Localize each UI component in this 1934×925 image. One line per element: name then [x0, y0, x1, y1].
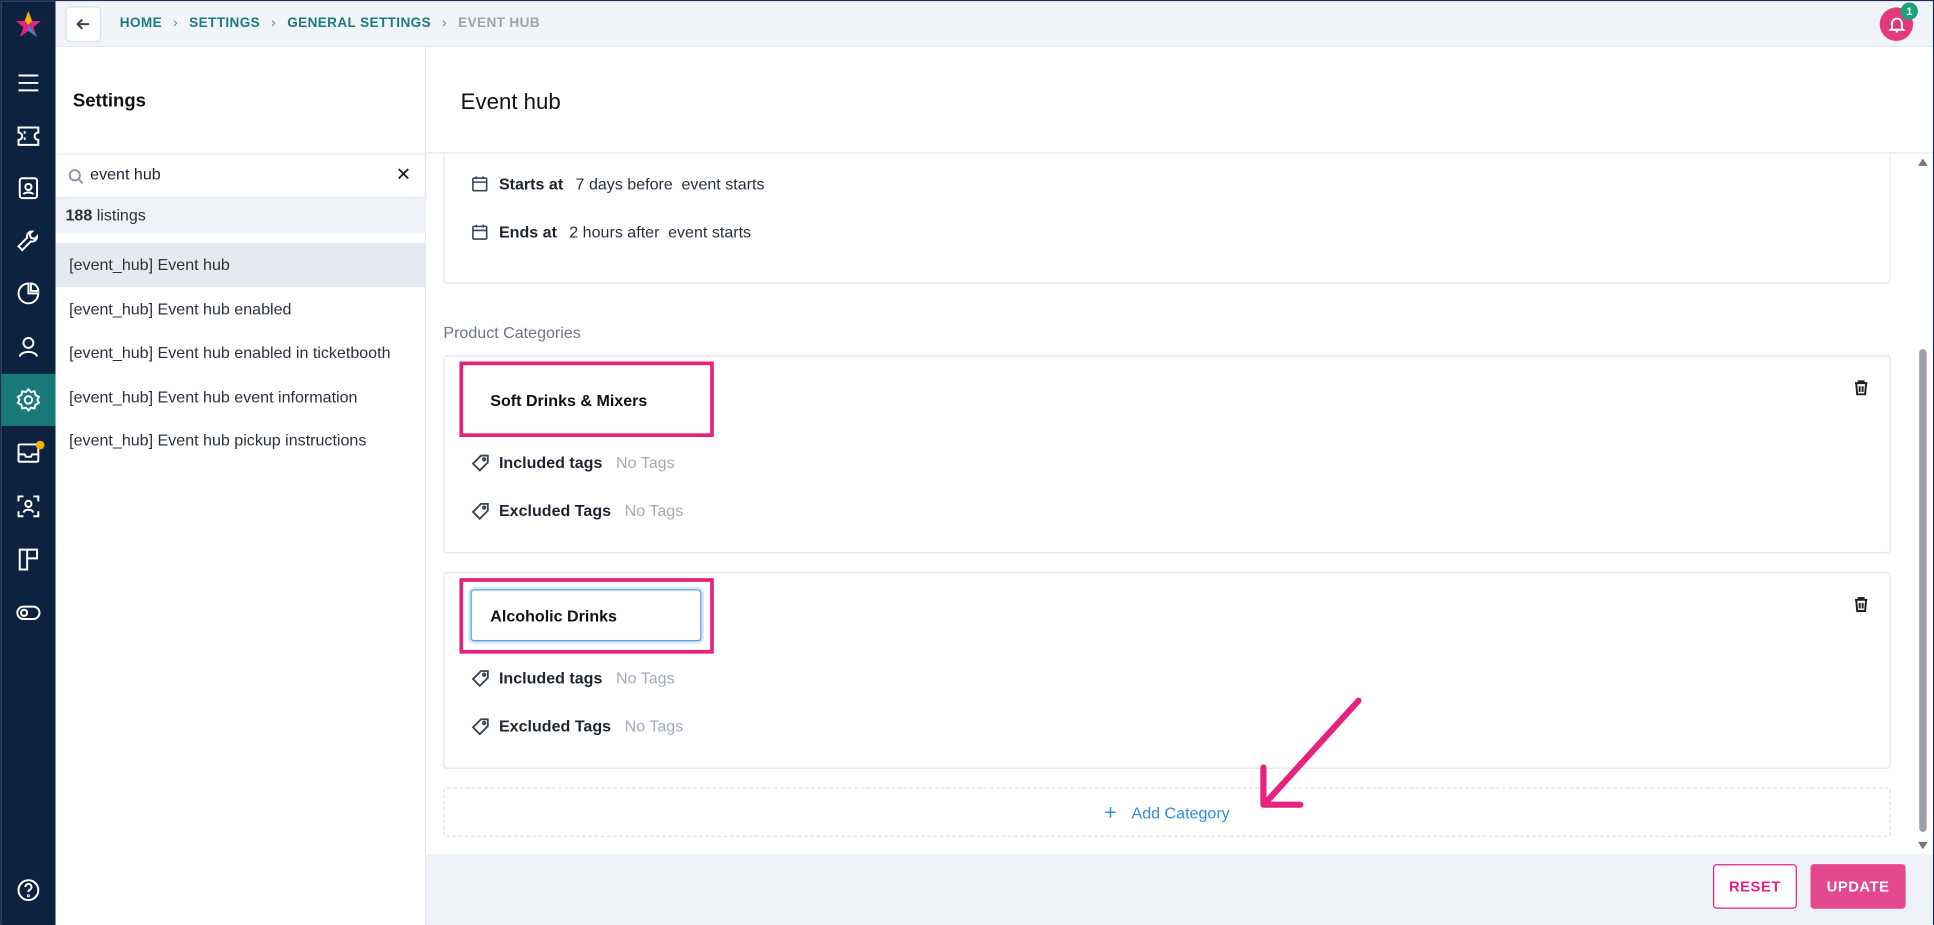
starts-at-row: Starts at 7 days before event starts [472, 174, 764, 194]
result-count-number: 188 [65, 205, 93, 225]
starts-at-suffix[interactable]: event starts [681, 175, 764, 194]
excluded-tags-value[interactable]: No Tags [625, 717, 684, 736]
breadcrumb-current: EVENT HUB [458, 16, 540, 31]
form-footer: RESET UPDATE [426, 854, 1933, 925]
breadcrumb-home[interactable]: HOME [120, 16, 162, 31]
list-item[interactable]: [event_hub] Event hub [55, 242, 427, 287]
scroll-up-icon[interactable] [1917, 158, 1928, 166]
included-tags-label: Included tags [498, 453, 603, 472]
page-title: Event hub [460, 89, 561, 114]
breadcrumb-settings[interactable]: SETTINGS [189, 16, 260, 31]
ends-at-label: Ends at [498, 222, 557, 242]
excluded-tags-row: Excluded Tags No Tags [471, 716, 684, 736]
app-window: HOME › SETTINGS › GENERAL SETTINGS › EVE… [0, 0, 1934, 925]
result-count-suffix: listings [96, 205, 146, 225]
calendar-icon [472, 176, 488, 192]
excluded-tags-label: Excluded Tags [498, 716, 612, 736]
arrow-left-icon [76, 18, 90, 30]
scrollbar[interactable] [1913, 153, 1933, 855]
tag-icon [471, 717, 489, 735]
ends-at-row: Ends at 2 hours after event starts [472, 222, 751, 242]
scroll-down-icon[interactable] [1917, 841, 1928, 850]
delete-category-button[interactable] [1853, 595, 1870, 612]
unread-dot [35, 440, 45, 450]
included-tags-label: Included tags [498, 668, 603, 688]
excluded-tags-row: Excluded Tags No Tags [471, 501, 684, 520]
menu-icon[interactable] [1, 57, 55, 109]
included-tags-value[interactable]: No Tags [616, 453, 675, 472]
user-icon[interactable] [1, 321, 55, 373]
gear-icon[interactable] [1, 373, 56, 426]
ends-at-suffix[interactable]: event starts [668, 223, 751, 242]
annotation-arrow-icon [1260, 697, 1362, 808]
settings-title: Settings [72, 90, 146, 112]
layout-icon[interactable] [1, 534, 55, 586]
excluded-tags-value[interactable]: No Tags [625, 501, 684, 520]
back-button[interactable] [65, 6, 102, 43]
starts-at-label: Starts at [498, 174, 564, 194]
category-name-input[interactable] [470, 589, 702, 642]
update-button[interactable]: UPDATE [1810, 864, 1906, 909]
category-card: Included tags No Tags Excluded Tags No T… [443, 571, 1891, 769]
search-icon [68, 169, 84, 184]
plus-icon: + [1104, 800, 1117, 824]
reset-button[interactable]: RESET [1712, 864, 1797, 909]
notifications-button[interactable]: 1 [1879, 2, 1918, 41]
schedule-card: Starts at 7 days before event starts End… [443, 153, 1891, 284]
included-tags-value[interactable]: No Tags [616, 669, 675, 688]
clear-search-icon[interactable]: ✕ [396, 165, 412, 186]
contact-card-icon[interactable] [1, 162, 55, 214]
starts-at-value[interactable]: 7 days before [576, 175, 673, 194]
settings-panel: Settings ✕ 188 listings [event_hub] Even… [55, 47, 427, 925]
app-rail [1, 1, 56, 925]
chevron-right-icon: › [173, 16, 179, 31]
category-card: Soft Drinks & Mixers Included tags No Ta… [443, 355, 1891, 554]
toggle-icon[interactable] [1, 587, 55, 639]
notification-count-badge: 1 [1900, 2, 1918, 20]
scan-user-icon[interactable] [1, 480, 55, 532]
list-item[interactable]: [event_hub] Event hub event information [56, 374, 427, 418]
category-name[interactable]: Soft Drinks & Mixers [490, 391, 647, 410]
tag-icon [471, 502, 489, 520]
breadcrumb: HOME › SETTINGS › GENERAL SETTINGS › EVE… [120, 16, 540, 31]
ticket-icon[interactable] [1, 110, 55, 162]
chevron-right-icon: › [442, 16, 448, 31]
tag-icon [471, 669, 489, 687]
trash-icon [1854, 380, 1868, 396]
main-content: Event hub Starts at 7 days before event … [426, 47, 1933, 925]
settings-search: ✕ [55, 153, 427, 199]
scroll-thumb[interactable] [1919, 349, 1927, 832]
breadcrumb-general-settings[interactable]: GENERAL SETTINGS [287, 16, 431, 31]
wrench-icon[interactable] [1, 215, 55, 267]
list-item[interactable]: [event_hub] Event hub pickup instruction… [56, 418, 427, 462]
calendar-icon [472, 224, 488, 240]
results-list: [event_hub] Event hub [event_hub] Event … [55, 242, 427, 463]
inbox-icon[interactable] [1, 427, 55, 479]
settings-form: Starts at 7 days before event starts End… [426, 153, 1914, 855]
section-label: Product Categories [443, 323, 581, 342]
list-item[interactable]: [event_hub] Event hub enabled in ticketb… [56, 331, 427, 375]
tag-icon [471, 454, 489, 472]
top-bar: HOME › SETTINGS › GENERAL SETTINGS › EVE… [55, 1, 1933, 48]
delete-category-button[interactable] [1853, 379, 1870, 396]
add-category-button[interactable]: + Add Category [443, 787, 1891, 837]
list-item[interactable]: [event_hub] Event hub enabled [56, 287, 427, 331]
included-tags-row: Included tags No Tags [471, 453, 675, 472]
bell-icon [1887, 17, 1905, 32]
brand-logo-icon[interactable] [16, 11, 41, 38]
chevron-right-icon: › [271, 16, 277, 31]
page-header: Event hub [426, 47, 1933, 154]
search-input[interactable] [90, 164, 387, 184]
included-tags-row: Included tags No Tags [471, 668, 675, 688]
excluded-tags-label: Excluded Tags [498, 501, 612, 520]
trash-icon [1854, 596, 1868, 612]
result-count: 188 listings [55, 198, 427, 233]
help-icon[interactable] [1, 864, 55, 916]
pie-chart-icon[interactable] [1, 267, 55, 319]
add-category-label: Add Category [1131, 802, 1230, 822]
ends-at-value[interactable]: 2 hours after [569, 223, 659, 242]
